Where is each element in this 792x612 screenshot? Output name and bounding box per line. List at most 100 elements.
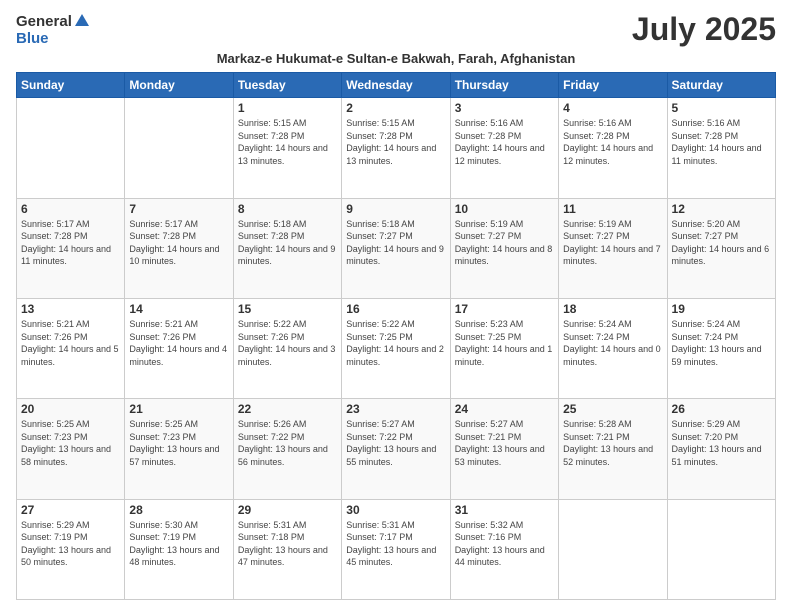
day-number: 27 <box>21 503 120 517</box>
day-info: Sunrise: 5:25 AM Sunset: 7:23 PM Dayligh… <box>21 418 120 468</box>
day-number: 12 <box>672 202 771 216</box>
day-number: 13 <box>21 302 120 316</box>
day-info: Sunrise: 5:24 AM Sunset: 7:24 PM Dayligh… <box>563 318 662 368</box>
day-number: 30 <box>346 503 445 517</box>
table-row: 30Sunrise: 5:31 AM Sunset: 7:17 PM Dayli… <box>342 499 450 599</box>
day-number: 10 <box>455 202 554 216</box>
table-row: 21Sunrise: 5:25 AM Sunset: 7:23 PM Dayli… <box>125 399 233 499</box>
day-number: 28 <box>129 503 228 517</box>
day-number: 26 <box>672 402 771 416</box>
day-number: 19 <box>672 302 771 316</box>
day-number: 7 <box>129 202 228 216</box>
header: General Blue July 2025 <box>16 12 776 47</box>
calendar-row: 27 Sunrise: 5:29 AM Sunset: 7:19 PM Dayli… <box>17 499 776 599</box>
table-row: 29 Sunrise: 5:31 AM Sunset: 7:18 PM Dayli… <box>233 499 341 599</box>
day-number: 6 <box>21 202 120 216</box>
table-row: 31 Sunrise: 5:32 AM Sunset: 7:16 PM Dayli… <box>450 499 558 599</box>
day-number: 15 <box>238 302 337 316</box>
day-number: 20 <box>21 402 120 416</box>
logo-icon <box>73 12 91 30</box>
day-info: Sunrise: 5:23 AM Sunset: 7:25 PM Dayligh… <box>455 318 554 368</box>
table-row: 12 Sunrise: 5:20 AM Sunset: 7:27 PM Dayli… <box>667 198 775 298</box>
table-row: 20 Sunrise: 5:25 AM Sunset: 7:23 PM Dayli… <box>17 399 125 499</box>
day-number: 8 <box>238 202 337 216</box>
day-number: 5 <box>672 101 771 115</box>
day-info: Sunrise: 5:27 AM Sunset: 7:22 PM Dayligh… <box>346 418 445 468</box>
day-info: Sunrise: 5:21 AM Sunset: 7:26 PM Dayligh… <box>21 318 120 368</box>
day-info: Sunrise: 5:24 AM Sunset: 7:24 PM Dayligh… <box>672 318 771 368</box>
calendar-row: 20 Sunrise: 5:25 AM Sunset: 7:23 PM Dayli… <box>17 399 776 499</box>
table-row: 24Sunrise: 5:27 AM Sunset: 7:21 PM Dayli… <box>450 399 558 499</box>
header-wednesday: Wednesday <box>342 73 450 98</box>
day-info: Sunrise: 5:16 AM Sunset: 7:28 PM Dayligh… <box>672 117 771 167</box>
day-info: Sunrise: 5:30 AM Sunset: 7:19 PM Dayligh… <box>129 519 228 569</box>
day-number: 23 <box>346 402 445 416</box>
table-row <box>125 98 233 198</box>
day-info: Sunrise: 5:18 AM Sunset: 7:28 PM Dayligh… <box>238 218 337 268</box>
day-info: Sunrise: 5:16 AM Sunset: 7:28 PM Dayligh… <box>455 117 554 167</box>
day-info: Sunrise: 5:17 AM Sunset: 7:28 PM Dayligh… <box>129 218 228 268</box>
day-number: 21 <box>129 402 228 416</box>
calendar-row: 13 Sunrise: 5:21 AM Sunset: 7:26 PM Dayli… <box>17 298 776 398</box>
day-number: 16 <box>346 302 445 316</box>
day-info: Sunrise: 5:31 AM Sunset: 7:18 PM Dayligh… <box>238 519 337 569</box>
logo-general: General <box>16 13 72 30</box>
day-number: 4 <box>563 101 662 115</box>
day-number: 9 <box>346 202 445 216</box>
day-info: Sunrise: 5:32 AM Sunset: 7:16 PM Dayligh… <box>455 519 554 569</box>
subtitle: Markaz-e Hukumat-e Sultan-e Bakwah, Fara… <box>16 51 776 66</box>
table-row: 26 Sunrise: 5:29 AM Sunset: 7:20 PM Dayli… <box>667 399 775 499</box>
header-monday: Monday <box>125 73 233 98</box>
table-row: 3Sunrise: 5:16 AM Sunset: 7:28 PM Daylig… <box>450 98 558 198</box>
table-row: 27 Sunrise: 5:29 AM Sunset: 7:19 PM Dayli… <box>17 499 125 599</box>
day-info: Sunrise: 5:22 AM Sunset: 7:25 PM Dayligh… <box>346 318 445 368</box>
day-number: 29 <box>238 503 337 517</box>
day-info: Sunrise: 5:29 AM Sunset: 7:20 PM Dayligh… <box>672 418 771 468</box>
day-info: Sunrise: 5:19 AM Sunset: 7:27 PM Dayligh… <box>563 218 662 268</box>
title-block: July 2025 <box>632 12 776 47</box>
day-info: Sunrise: 5:21 AM Sunset: 7:26 PM Dayligh… <box>129 318 228 368</box>
day-info: Sunrise: 5:29 AM Sunset: 7:19 PM Dayligh… <box>21 519 120 569</box>
calendar-table: Sunday Monday Tuesday Wednesday Thursday… <box>16 72 776 600</box>
calendar-row: 6 Sunrise: 5:17 AM Sunset: 7:28 PM Daylig… <box>17 198 776 298</box>
table-row: 7 Sunrise: 5:17 AM Sunset: 7:28 PM Daylig… <box>125 198 233 298</box>
day-info: Sunrise: 5:28 AM Sunset: 7:21 PM Dayligh… <box>563 418 662 468</box>
day-info: Sunrise: 5:27 AM Sunset: 7:21 PM Dayligh… <box>455 418 554 468</box>
table-row: 8 Sunrise: 5:18 AM Sunset: 7:28 PM Daylig… <box>233 198 341 298</box>
day-number: 14 <box>129 302 228 316</box>
table-row: 11 Sunrise: 5:19 AM Sunset: 7:27 PM Dayli… <box>559 198 667 298</box>
header-saturday: Saturday <box>667 73 775 98</box>
table-row: 9 Sunrise: 5:18 AM Sunset: 7:27 PM Daylig… <box>342 198 450 298</box>
table-row: 13 Sunrise: 5:21 AM Sunset: 7:26 PM Dayli… <box>17 298 125 398</box>
table-row <box>667 499 775 599</box>
table-row: 23 Sunrise: 5:27 AM Sunset: 7:22 PM Dayli… <box>342 399 450 499</box>
day-number: 11 <box>563 202 662 216</box>
day-number: 25 <box>563 402 662 416</box>
month-title: July 2025 <box>632 12 776 47</box>
table-row: 6 Sunrise: 5:17 AM Sunset: 7:28 PM Daylig… <box>17 198 125 298</box>
day-info: Sunrise: 5:20 AM Sunset: 7:27 PM Dayligh… <box>672 218 771 268</box>
table-row: 17 Sunrise: 5:23 AM Sunset: 7:25 PM Dayli… <box>450 298 558 398</box>
table-row: 4 Sunrise: 5:16 AM Sunset: 7:28 PM Daylig… <box>559 98 667 198</box>
day-info: Sunrise: 5:15 AM Sunset: 7:28 PM Dayligh… <box>238 117 337 167</box>
day-number: 17 <box>455 302 554 316</box>
table-row: 10Sunrise: 5:19 AM Sunset: 7:27 PM Dayli… <box>450 198 558 298</box>
table-row: 28 Sunrise: 5:30 AM Sunset: 7:19 PM Dayli… <box>125 499 233 599</box>
day-info: Sunrise: 5:18 AM Sunset: 7:27 PM Dayligh… <box>346 218 445 268</box>
day-info: Sunrise: 5:17 AM Sunset: 7:28 PM Dayligh… <box>21 218 120 268</box>
table-row: 22 Sunrise: 5:26 AM Sunset: 7:22 PM Dayli… <box>233 399 341 499</box>
header-thursday: Thursday <box>450 73 558 98</box>
table-row: 1 Sunrise: 5:15 AM Sunset: 7:28 PM Daylig… <box>233 98 341 198</box>
table-row: 18Sunrise: 5:24 AM Sunset: 7:24 PM Dayli… <box>559 298 667 398</box>
table-row: 5 Sunrise: 5:16 AM Sunset: 7:28 PM Daylig… <box>667 98 775 198</box>
day-info: Sunrise: 5:16 AM Sunset: 7:28 PM Dayligh… <box>563 117 662 167</box>
day-info: Sunrise: 5:26 AM Sunset: 7:22 PM Dayligh… <box>238 418 337 468</box>
day-number: 31 <box>455 503 554 517</box>
day-number: 1 <box>238 101 337 115</box>
calendar-header-row: Sunday Monday Tuesday Wednesday Thursday… <box>17 73 776 98</box>
day-number: 22 <box>238 402 337 416</box>
table-row: 25 Sunrise: 5:28 AM Sunset: 7:21 PM Dayli… <box>559 399 667 499</box>
table-row: 16 Sunrise: 5:22 AM Sunset: 7:25 PM Dayli… <box>342 298 450 398</box>
calendar-row: 1 Sunrise: 5:15 AM Sunset: 7:28 PM Daylig… <box>17 98 776 198</box>
header-friday: Friday <box>559 73 667 98</box>
